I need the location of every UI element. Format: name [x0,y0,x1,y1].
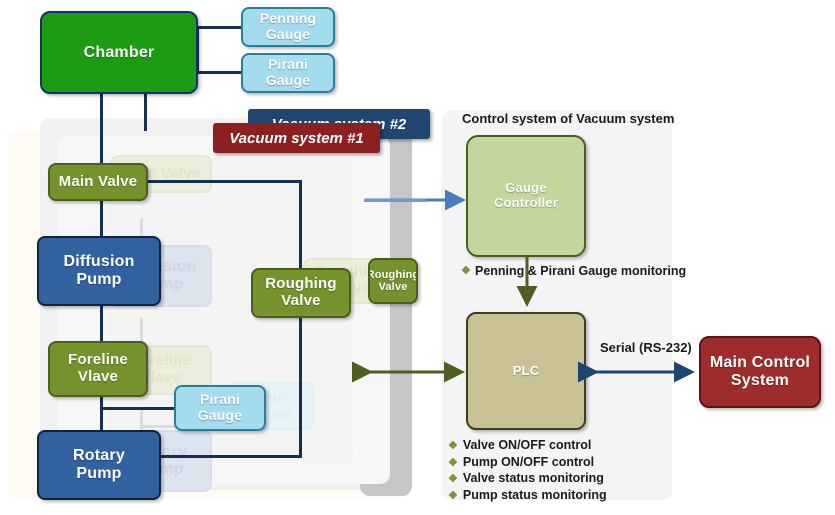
line-roughing-to-rotary [148,455,302,458]
node-chamber: Chamber [40,11,198,94]
bullet-gauge-monitoring-icon: ❖ [461,265,471,277]
line-roughing-vertical [299,180,302,458]
node-penning-gauge: Penning Gauge [241,7,335,47]
line-foreline-to-rotary [100,397,103,432]
node-pirani-gauge-bottom: Pirani Gauge [174,385,266,431]
diagram-canvas: Main Valve Diffusion Pump Foreline Vlave… [0,0,835,515]
plc-function-item: Pump status monitoring [448,487,607,504]
line-chamber-pirani [196,71,243,74]
line-chamber-to-main-valve [100,93,103,168]
node-foreline-valve: Foreline Vlave [48,341,148,397]
line-pirani-bottom-connect [100,407,182,410]
line-main-valve-branch [146,180,302,183]
plc-function-list: Valve ON/OFF control Pump ON/OFF control… [448,437,607,504]
arrow-plc-to-main-control-system [578,361,695,383]
system2-node-roughing-valve: Roughing Valve [368,258,418,304]
node-main-control-system: Main Control System [699,336,821,408]
tag-vacuum-system-1: Vacuum system #1 [213,123,380,153]
node-main-valve: Main Valve [48,163,148,201]
line-diffusion-to-foreline [100,305,103,343]
arrow-controller-to-plc [516,256,538,307]
node-rotary-pump: Rotary Pump [37,430,161,500]
node-plc: PLC [466,312,586,430]
node-pirani-gauge-top: Pirani Gauge [241,53,335,93]
arrow-plc-to-vacuum-systems [352,361,465,383]
line-chamber-penning [196,26,243,29]
plc-function-item: Valve ON/OFF control [448,437,607,454]
line-chamber-to-roughing-riser [144,93,147,131]
node-gauge-controller: Gauge Controller [466,135,586,257]
control-system-title: Control system of Vacuum system [462,111,675,126]
node-roughing-valve: Roughing Valve [251,268,351,318]
label-serial-link: Serial (RS-232) [600,340,692,355]
plc-function-item: Pump ON/OFF control [448,454,607,471]
plc-function-item: Valve status monitoring [448,470,607,487]
annotation-gauge-monitoring: Penning & Pirani Gauge monitoring [475,264,687,278]
line-system2-gauge-link [364,199,426,202]
line-main-valve-to-diffusion-pump [100,198,103,238]
node-diffusion-pump: Diffusion Pump [37,236,161,306]
